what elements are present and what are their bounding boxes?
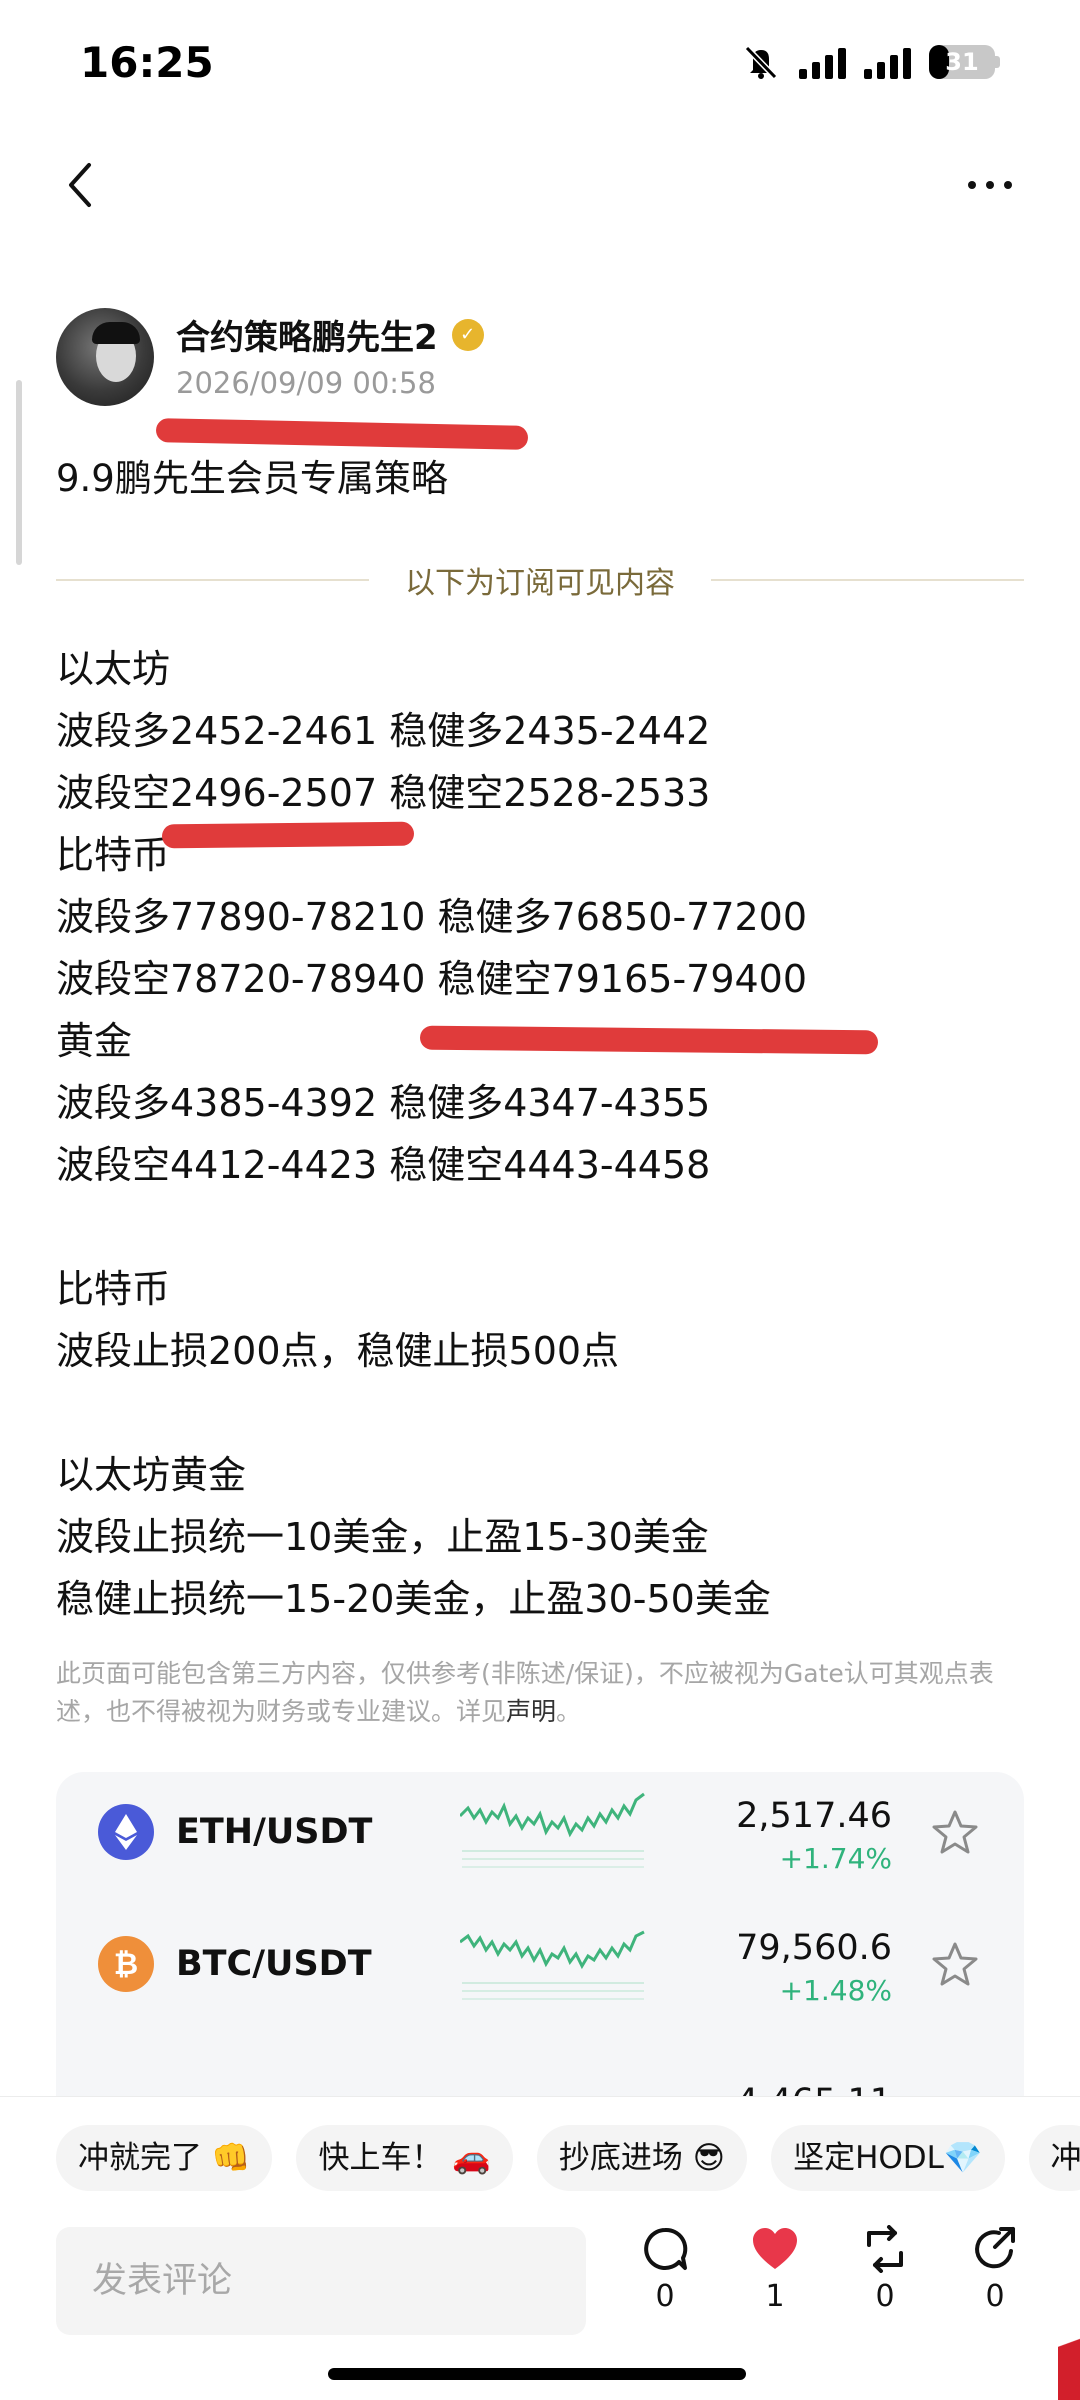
red-marker-stroke (419, 1025, 879, 1055)
repost-button[interactable]: 0 (840, 2225, 930, 2314)
comment-input[interactable]: 发表评论 (56, 2227, 586, 2335)
post-line: 波段多77890-78210 稳健多76850-77200 (56, 895, 808, 939)
share-count: 0 (985, 2279, 1005, 2314)
repost-count: 0 (875, 2279, 895, 2314)
post-line: 波段空4412-4423 稳健空4443-4458 (56, 1143, 711, 1187)
post-line: 波段空2496-2507 稳健空2528-2533 (56, 771, 711, 815)
comment-icon (644, 2227, 688, 2270)
corner-decoration (1058, 2320, 1080, 2400)
post-line: 以太坊黄金 (56, 1453, 247, 1497)
more-dots-icon (968, 181, 976, 189)
post-line: 波段空78720-78940 稳健空79165-79400 (56, 957, 808, 1001)
share-icon (975, 2227, 1015, 2269)
comment-count: 0 (655, 2279, 675, 2314)
battery-icon: 31 (929, 45, 995, 79)
market-row-btc[interactable]: ₿ BTC/USDT 79,560.6 +1.48% (56, 1904, 1024, 2024)
post-line: 比特币 (56, 1267, 171, 1311)
status-bar: 16:25 31 (0, 0, 1080, 130)
star-icon[interactable] (930, 1808, 980, 1858)
disclaimer-end: 。 (556, 1697, 582, 1726)
market-change: +1.74% (779, 1842, 892, 1875)
heart-icon (753, 2228, 797, 2269)
sparkline (460, 1930, 645, 2000)
market-price: 79,560.6 (736, 1928, 892, 1968)
reaction-chip[interactable]: 坚定HODL💎 (771, 2125, 1005, 2191)
market-row-eth[interactable]: ETH/USDT 2,517.46 +1.74% (56, 1772, 1024, 1892)
market-price: 2,517.46 (736, 1796, 892, 1836)
reaction-chip[interactable]: 冲 (1028, 2125, 1080, 2191)
battery-level: 31 (945, 48, 979, 76)
disclaimer: 此页面可能包含第三方内容，仅供参考(非陈述/保证)，不应被视为Gate认可其观点… (56, 1655, 1024, 1731)
subscriber-divider-text: 以下为订阅可见内容 (405, 566, 675, 601)
star-icon[interactable] (930, 1940, 980, 1990)
market-card: ETH/USDT 2,517.46 +1.74% ₿ BTC/USDT 79,5… (56, 1772, 1024, 2112)
share-button[interactable]: 0 (950, 2225, 1040, 2314)
repost-icon (867, 2225, 903, 2273)
comment-button[interactable]: 0 (620, 2225, 710, 2314)
author-name[interactable]: 合约策略鹏先生2 (176, 310, 438, 359)
home-indicator[interactable] (328, 2368, 746, 2380)
signal-icon-2 (864, 45, 911, 79)
reaction-chip[interactable]: 冲就完了 👊 (56, 2125, 273, 2191)
post-line: 以太坊 (56, 647, 171, 691)
chevron-left-icon (69, 163, 91, 207)
silent-bell-icon (744, 45, 778, 80)
post-title: 9.9鹏先生会员专属策略 (56, 457, 448, 500)
post-actions: 0 1 0 0 (620, 2225, 1060, 2355)
reaction-chips: 冲就完了 👊 快上车！ 🚗 抄底进场 😎 坚定HODL💎 冲 (56, 2125, 1080, 2191)
post-date: 2026/09/09 00:58 (176, 366, 436, 400)
sparkline (460, 1792, 645, 1868)
market-pair: ETH/USDT (176, 1812, 373, 1852)
post-line: 波段止损200点，稳健止损500点 (56, 1329, 620, 1373)
verified-badge-icon: ✓ (451, 318, 484, 351)
red-marker-stroke (161, 821, 415, 849)
status-icons: 31 (741, 44, 1000, 80)
red-marker-stroke (155, 418, 529, 450)
market-change: +1.48% (779, 1974, 892, 2007)
scroll-indicator[interactable] (16, 380, 22, 565)
bottom-bar: 冲就完了 👊 快上车！ 🚗 抄底进场 😎 坚定HODL💎 冲 发表评论 0 1 (0, 2096, 1080, 2400)
bitcoin-icon: ₿ (98, 1936, 154, 1992)
back-button[interactable] (50, 155, 110, 215)
subscriber-divider: 以下为订阅可见内容 (56, 560, 1024, 601)
author-avatar[interactable] (56, 308, 154, 406)
ethereum-icon (98, 1804, 154, 1860)
reaction-chip[interactable]: 抄底进场 😎 (536, 2125, 748, 2191)
signal-icon (799, 45, 846, 79)
reaction-chip[interactable]: 快上车！ 🚗 (296, 2125, 513, 2191)
more-button[interactable] (950, 160, 1030, 210)
post-line: 稳健止损统一15-20美金，止盈30-50美金 (56, 1577, 771, 1621)
author-name-row[interactable]: 合约策略鹏先生2 ✓ (176, 310, 484, 359)
post-line: 波段多2452-2461 稳健多2435-2442 (56, 709, 711, 753)
status-time: 16:25 (80, 38, 214, 87)
disclaimer-link[interactable]: 声明 (506, 1697, 556, 1726)
post-body: 以太坊 波段多2452-2461 稳健多2435-2442 波段空2496-25… (56, 638, 1024, 1630)
post-line: 波段止损统一10美金，止盈15-30美金 (56, 1515, 709, 1559)
post-line: 波段多4385-4392 稳健多4347-4355 (56, 1081, 711, 1125)
post-line (56, 1382, 1024, 1444)
like-button[interactable]: 1 (730, 2225, 820, 2314)
post-line (56, 1196, 1024, 1258)
market-pair: BTC/USDT (176, 1944, 372, 1984)
like-count: 1 (765, 2279, 785, 2314)
